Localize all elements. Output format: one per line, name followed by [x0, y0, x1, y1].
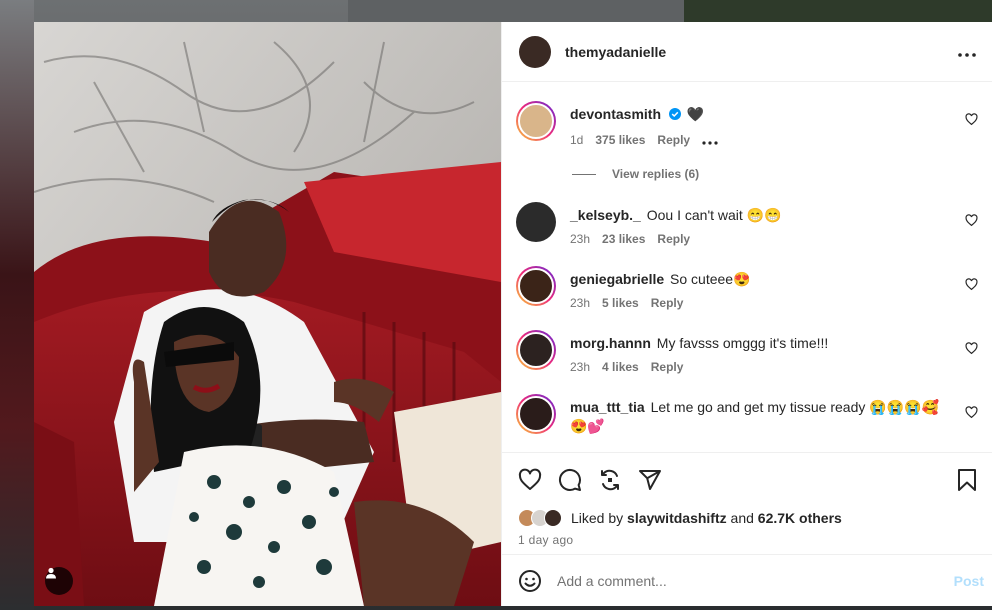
post-date[interactable]: 1 day ago [502, 530, 992, 554]
comment-options-button[interactable] [702, 132, 718, 148]
comment-text: Oou I can't wait 😁😁 [646, 207, 782, 223]
add-comment-bar: Post [502, 554, 992, 606]
view-replies-label: View replies (6) [612, 167, 700, 181]
comments-list[interactable]: devontasmith 🖤 1d 375 likes Reply View r… [502, 82, 992, 452]
comment-text: 🖤 [686, 106, 705, 122]
comment-like-heart-icon[interactable] [965, 406, 978, 419]
comment-like-heart-icon[interactable] [965, 113, 978, 126]
emoji-button[interactable] [518, 569, 542, 593]
repost-icon [601, 469, 619, 490]
repost-button[interactable] [598, 468, 622, 492]
post-side-panel: themyadanielle devontasmith 🖤 1d 375 lik… [501, 22, 992, 606]
reply-button[interactable]: Reply [651, 360, 684, 374]
share-button[interactable] [638, 468, 662, 492]
comment-likes[interactable]: 4 likes [602, 360, 639, 374]
comment-item: morg.hannn My favsss omggg it's time!!! … [516, 330, 978, 374]
comment-text: My favsss omggg it's time!!! [656, 335, 829, 351]
comment-like-heart-icon[interactable] [965, 214, 978, 227]
comment-username[interactable]: _kelseyb._ [570, 207, 641, 223]
liked-by-others[interactable]: 62.7K others [758, 510, 842, 526]
save-button[interactable] [956, 468, 978, 492]
comment-like-heart-icon[interactable] [965, 342, 978, 355]
comment-like-heart-icon[interactable] [965, 278, 978, 291]
liked-by-middle: and [730, 510, 754, 526]
view-replies-button[interactable]: View replies (6) [572, 167, 978, 181]
comment-item: geniegabrielle So cuteee😍 23h 5 likes Re… [516, 266, 978, 310]
commenter-avatar[interactable] [516, 330, 556, 370]
comment-likes[interactable]: 23 likes [602, 232, 645, 246]
post-header: themyadanielle [502, 22, 992, 82]
liker-avatars[interactable] [518, 509, 562, 527]
likes-summary: Liked by slaywitdashiftz and 62.7K other… [502, 506, 992, 530]
comment-item: mua_ttt_tia Let me go and get my tissue … [516, 394, 978, 436]
more-horizontal-icon [702, 141, 718, 145]
smiley-icon [519, 569, 541, 592]
reply-button[interactable]: Reply [657, 133, 690, 147]
heart-icon [518, 468, 542, 490]
comment-username[interactable]: morg.hannn [570, 335, 651, 351]
background-post-edge [348, 0, 684, 22]
comment-time[interactable]: 1d [570, 133, 583, 147]
post-actions-bar [502, 452, 992, 506]
comment-username[interactable]: mua_ttt_tia [570, 399, 645, 415]
background-post-edge [0, 0, 34, 610]
user-icon [46, 567, 56, 579]
like-button[interactable] [518, 468, 542, 492]
commenter-avatar[interactable] [516, 266, 556, 306]
author-username[interactable]: themyadanielle [565, 44, 666, 60]
comment-time[interactable]: 23h [570, 232, 590, 246]
comment-time[interactable]: 23h [570, 296, 590, 310]
post-image [34, 22, 501, 606]
comment-item: _kelseyb._ Oou I can't wait 😁😁 23h 23 li… [516, 202, 978, 246]
post-modal: themyadanielle devontasmith 🖤 1d 375 lik… [34, 22, 992, 606]
send-icon [639, 469, 661, 490]
bookmark-icon [958, 468, 976, 491]
reply-button[interactable]: Reply [657, 232, 690, 246]
more-horizontal-icon [958, 53, 976, 57]
tagged-users-button[interactable] [45, 567, 73, 595]
liker-avatar [544, 509, 562, 527]
comment-button[interactable] [558, 468, 582, 492]
commenter-avatar[interactable] [516, 394, 556, 434]
reply-button[interactable]: Reply [651, 296, 684, 310]
view-replies-line [572, 173, 596, 175]
background-post-edge [684, 0, 992, 22]
comment-text: So cuteee😍 [670, 271, 751, 287]
verified-badge-icon [668, 108, 681, 120]
comment-icon [558, 468, 581, 491]
commenter-avatar[interactable] [516, 101, 556, 141]
post-comment-button[interactable]: Post [954, 573, 984, 589]
post-photo[interactable] [34, 22, 501, 606]
comment-item: devontasmith 🖤 1d 375 likes Reply [516, 101, 978, 148]
author-avatar[interactable] [519, 35, 551, 68]
comment-input[interactable] [557, 572, 954, 589]
comment-time[interactable]: 23h [570, 360, 590, 374]
comment-likes[interactable]: 5 likes [602, 296, 639, 310]
comment-username[interactable]: geniegabrielle [570, 271, 664, 287]
liked-by-prefix: Liked by [571, 510, 624, 526]
more-options-button[interactable] [958, 41, 976, 62]
comment-likes[interactable]: 375 likes [595, 133, 645, 147]
liked-by-user[interactable]: slaywitdashiftz [627, 510, 727, 526]
commenter-avatar[interactable] [516, 202, 556, 242]
comment-username[interactable]: devontasmith [570, 106, 661, 122]
